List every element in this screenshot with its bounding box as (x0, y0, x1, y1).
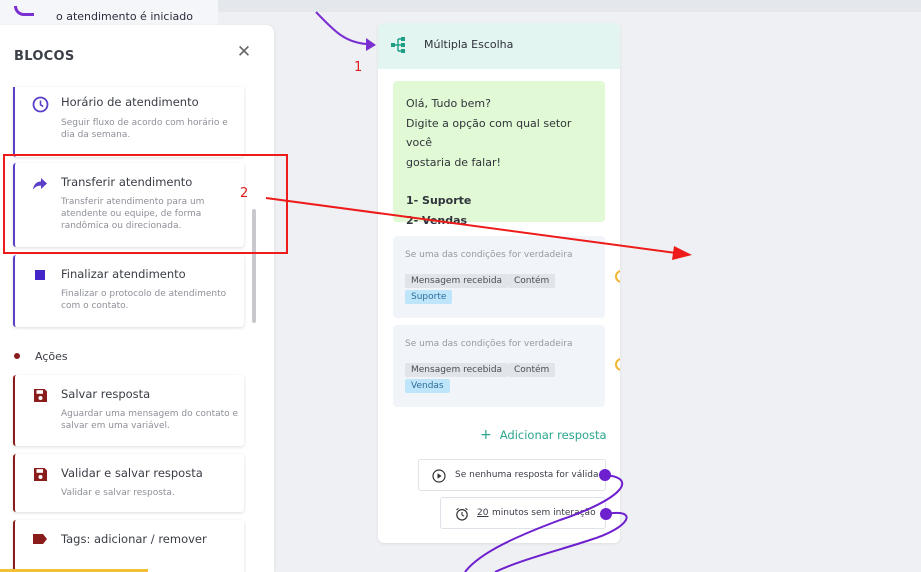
block-desc: Seguir fluxo de acordo com horário e dia… (61, 118, 228, 140)
condition-label: Se uma das condições for verdadeira (405, 250, 573, 260)
tag-icon (31, 530, 49, 548)
blocks-panel: BLOCOS ✕ Horário de atendimento Seguir f… (0, 25, 274, 572)
condition-card-suporte[interactable]: Se uma das condições for verdadeira Mens… (393, 236, 620, 318)
node-header[interactable]: Múltipla Escolha (378, 23, 620, 69)
section-label-acoes: Ações (35, 350, 68, 363)
condition-field-chip: Mensagem recebida (405, 274, 509, 288)
alarm-clock-icon (455, 507, 469, 524)
condition-output-handle[interactable] (615, 358, 620, 371)
message-line: Olá, Tudo bem? (406, 97, 491, 110)
annotation-highlight-box (3, 154, 288, 254)
flow-tree-icon (390, 36, 406, 58)
action-title: Tags: adicionar / remover (61, 532, 207, 546)
timeout-output-handle[interactable] (600, 508, 612, 520)
timeout-button[interactable]: 20 minutos sem interação (440, 497, 606, 529)
flow-node-multipla-escolha[interactable]: Múltipla Escolha Olá, Tudo bem? Digite a… (378, 23, 620, 543)
block-title: Finalizar atendimento (61, 267, 186, 281)
condition-label: Se uma das condições for verdadeira (405, 339, 573, 349)
block-card-horario[interactable]: Horário de atendimento Seguir fluxo de a… (13, 87, 244, 157)
condition-field-chip: Mensagem recebida (405, 363, 509, 377)
square-icon (31, 266, 49, 284)
timeout-label: minutos sem interação (492, 508, 596, 518)
node-title: Múltipla Escolha (424, 38, 514, 51)
message-option: 2- Vendas (406, 213, 468, 227)
action-title: Validar e salvar resposta (61, 466, 203, 480)
timeout-minutes[interactable]: 20 (477, 508, 488, 518)
previous-node-text: o atendimento é iniciado (56, 10, 193, 23)
condition-value-chip: Vendas (405, 379, 450, 393)
play-circle-icon (432, 469, 446, 486)
add-response-label: Adicionar resposta (499, 428, 607, 442)
annotation-label-2: 2 (240, 186, 249, 201)
action-title: Salvar resposta (61, 387, 151, 401)
message-bubble[interactable]: Olá, Tudo bem? Digite a opção com qual s… (393, 81, 605, 227)
condition-card-vendas[interactable]: Se uma das condições for verdadeira Mens… (393, 325, 620, 407)
incoming-arrowhead (366, 38, 376, 51)
message-line: gostaria de falar! (406, 155, 501, 169)
condition-output-handle[interactable] (615, 270, 620, 283)
annotation-arrowhead (672, 246, 692, 260)
annotation-label-1: 1 (354, 60, 363, 75)
block-card-finalizar[interactable]: Finalizar atendimento Finalizar o protoc… (13, 255, 244, 327)
incoming-connector (315, 11, 367, 45)
block-desc: Finalizar o protocolo de atendimento com… (61, 289, 227, 311)
no-valid-label: Se nenhuma resposta for válida (455, 470, 599, 480)
message-option: 1- Suporte (406, 194, 472, 207)
condition-op-chip: Contém (508, 363, 556, 377)
floppy-icon (31, 465, 49, 483)
add-response-button[interactable]: + Adicionar resposta (480, 427, 607, 443)
floppy-icon (31, 386, 49, 404)
block-title: Horário de atendimento (61, 95, 199, 109)
action-card-tags[interactable]: Tags: adicionar / remover (13, 520, 244, 572)
panel-title: BLOCOS (14, 49, 75, 64)
action-desc: Validar e salvar resposta. (61, 488, 175, 498)
action-card-validar[interactable]: Validar e salvar resposta Validar e salv… (13, 454, 244, 512)
clock-icon (31, 95, 49, 113)
no-valid-response-button[interactable]: Se nenhuma resposta for válida (418, 459, 606, 491)
no-valid-output-handle[interactable] (599, 469, 611, 481)
condition-value-chip: Suporte (405, 290, 453, 304)
connector-fragment (14, 6, 34, 16)
condition-op-chip: Contém (508, 274, 556, 288)
close-icon[interactable]: ✕ (236, 44, 252, 61)
action-desc: Aguardar uma mensagem do contato e salva… (61, 409, 239, 431)
section-bullet-icon (14, 353, 20, 359)
message-line: Digite a opção com qual setor você (406, 116, 572, 150)
action-card-salvar[interactable]: Salvar resposta Aguardar uma mensagem do… (13, 375, 244, 446)
previous-node-fragment[interactable]: o atendimento é iniciado (0, 0, 218, 26)
plus-icon: + (480, 427, 492, 443)
